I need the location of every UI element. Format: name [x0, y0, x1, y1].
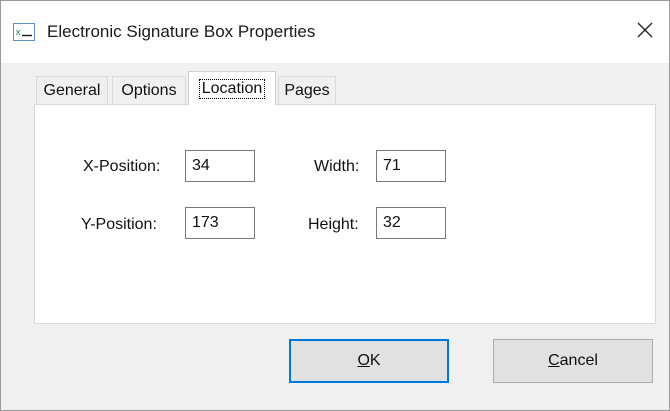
height-label: Height: [308, 216, 359, 233]
tab-label: Location [198, 78, 266, 99]
title-bar: x Electronic Signature Box Properties [1, 1, 669, 63]
y-position-label: Y-Position: [81, 216, 157, 233]
tab-general[interactable]: General [36, 76, 108, 104]
tab-location[interactable]: Location [188, 71, 276, 105]
y-position-input[interactable] [185, 207, 255, 239]
cancel-label-rest: ancel [559, 352, 598, 369]
dialog-window: x Electronic Signature Box Properties Ge… [0, 0, 670, 411]
ok-label-rest: K [369, 352, 381, 369]
location-tab-panel: X-Position: Y-Position: Width: Height: [34, 104, 656, 324]
tab-pages[interactable]: Pages [278, 76, 336, 104]
tab-label: General [43, 81, 101, 99]
cancel-mnemonic: C [548, 352, 560, 369]
close-button[interactable] [627, 13, 663, 51]
tab-label: Options [121, 81, 177, 99]
ok-button[interactable]: OK [289, 339, 449, 383]
window-title: Electronic Signature Box Properties [47, 22, 316, 41]
x-position-input[interactable] [185, 150, 255, 182]
height-input[interactable] [376, 207, 446, 239]
tab-options[interactable]: Options [112, 76, 186, 104]
x-position-label: X-Position: [83, 158, 161, 175]
tab-label: Pages [284, 81, 330, 99]
svg-text:x: x [16, 28, 22, 38]
ok-mnemonic: O [357, 352, 370, 369]
width-label: Width: [314, 158, 360, 175]
form-field-icon: x [13, 23, 35, 41]
width-input[interactable] [376, 150, 446, 182]
cancel-button[interactable]: Cancel [493, 339, 653, 383]
close-icon [637, 22, 653, 43]
